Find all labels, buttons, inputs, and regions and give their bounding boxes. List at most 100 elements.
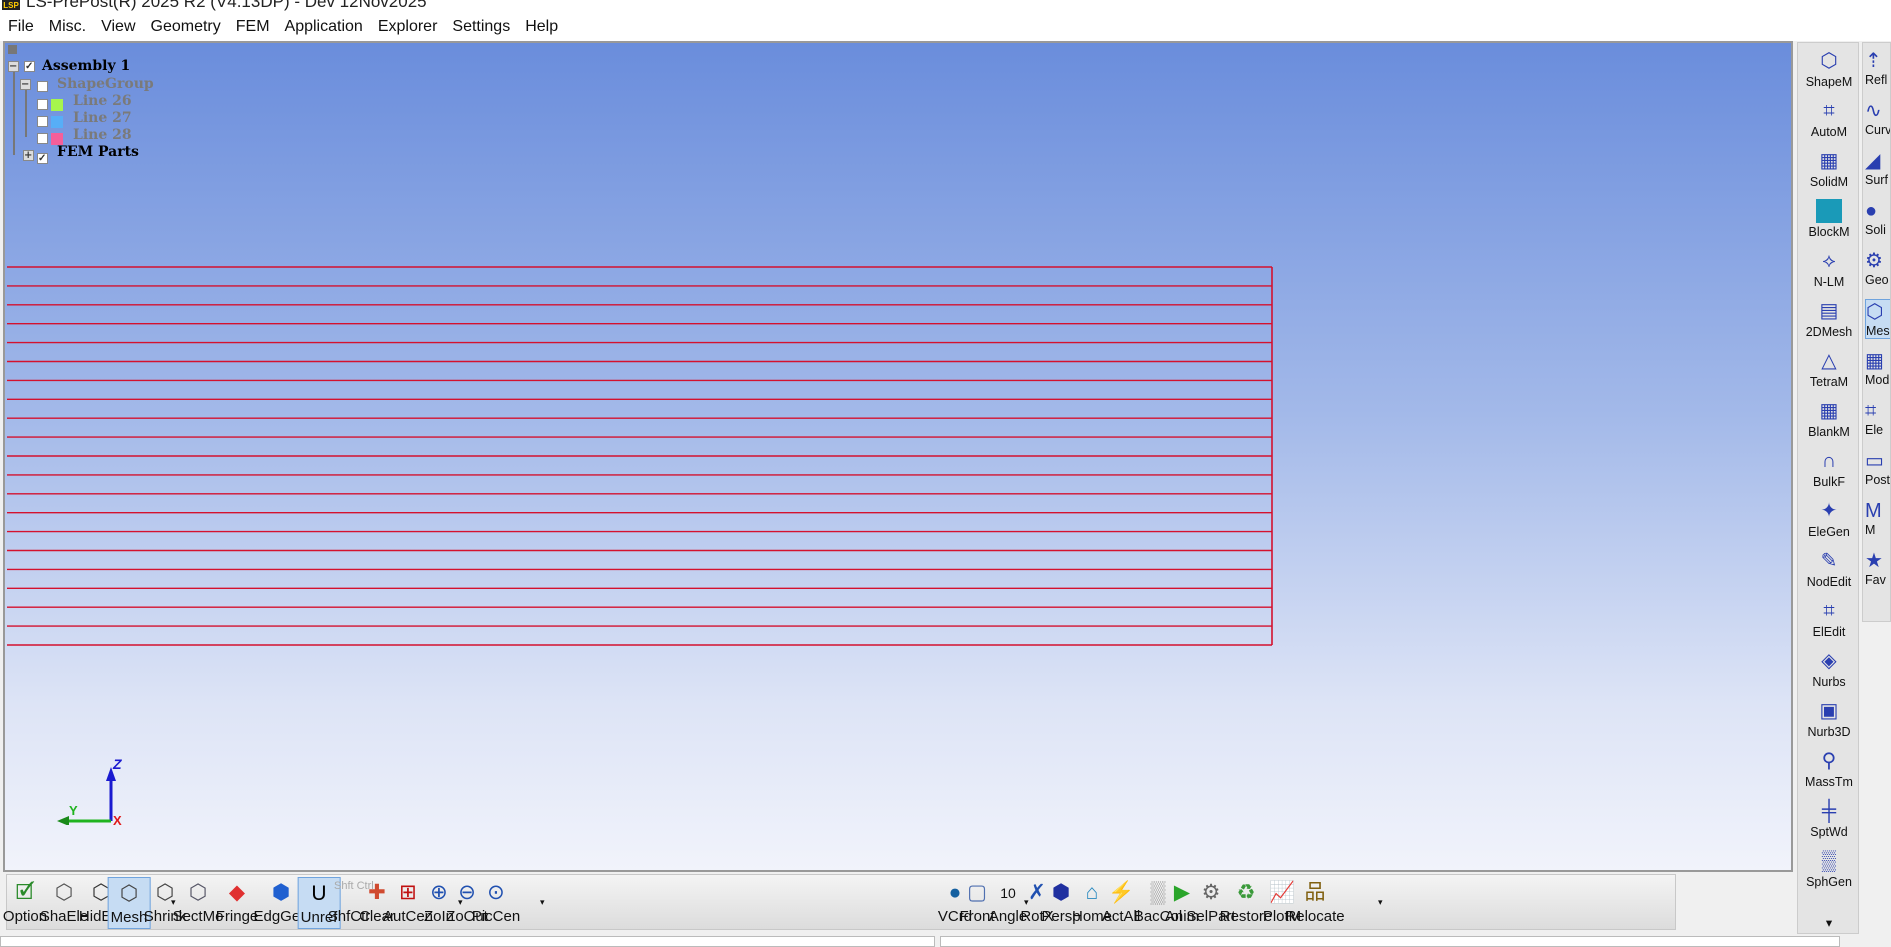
tool-label: EleGen	[1808, 525, 1850, 539]
tool2-fav[interactable]: ★ Fav	[1865, 549, 1889, 587]
tree-fem-parts[interactable]: FEM Parts	[57, 144, 139, 160]
toolbar-label: Mesh	[110, 909, 148, 926]
panel-scroll-down-icon[interactable]: ▾	[1798, 915, 1860, 930]
relocate-icon: 品	[1304, 881, 1326, 904]
menu-application[interactable]: Application	[285, 18, 363, 36]
sptwd-icon: ╪	[1821, 800, 1837, 822]
window-title: LS-PrePost(R) 2025 R2 (V4.13DP) - Dev 12…	[26, 0, 427, 11]
tool-label: BulkF	[1813, 475, 1845, 489]
tool-label: BlankM	[1808, 425, 1850, 439]
blankm-icon: ▦	[1819, 400, 1839, 422]
tree-shapegroup[interactable]: ShapeGroup	[57, 76, 154, 92]
restore-icon: ♻	[1236, 881, 1256, 904]
tree-line[interactable]: Line 26	[73, 93, 132, 109]
tool2-ele[interactable]: ⌗ Ele	[1865, 399, 1889, 437]
tool2-geo[interactable]: ⚙ Geo	[1865, 249, 1889, 287]
edggeo-dropdown-icon[interactable]: ▾	[540, 897, 545, 908]
n-lm-icon: ⟡	[1822, 250, 1836, 272]
menu-settings[interactable]: Settings	[452, 18, 510, 36]
toolbar-fringe-button[interactable]: ◆ Fringe	[216, 877, 259, 929]
tool-label: Curv	[1865, 123, 1891, 137]
expand-toggle[interactable]: −	[8, 61, 19, 72]
line-checkbox[interactable]	[37, 99, 48, 110]
tool-sphgen[interactable]: ▒ SphGen	[1798, 849, 1860, 889]
tool2-surf[interactable]: ◢ Surf	[1865, 149, 1889, 187]
tool-shapem[interactable]: ⬡ ShapeM	[1798, 49, 1860, 89]
tree-line[interactable]: Line 27	[73, 110, 132, 126]
menu-file[interactable]: File	[8, 18, 34, 36]
tree-line[interactable]: Line 28	[73, 127, 132, 143]
tool-blankm[interactable]: ▦ BlankM	[1798, 399, 1860, 439]
tool-2dmesh[interactable]: ▤ 2DMesh	[1798, 299, 1860, 339]
front-dropdown-icon[interactable]: ▾	[1024, 897, 1029, 908]
soli-icon: ●	[1865, 200, 1878, 222]
tool-label: Geo	[1865, 273, 1889, 287]
title-bar: LSP LS-PrePost(R) 2025 R2 (V4.13DP) - De…	[0, 0, 1891, 13]
tool-nodedit[interactable]: ✎ NodEdit	[1798, 549, 1860, 589]
menu-geometry[interactable]: Geometry	[151, 18, 221, 36]
tool-elegen[interactable]: ✦ EleGen	[1798, 499, 1860, 539]
tool-n-lm[interactable]: ⟡ N-LM	[1798, 249, 1860, 289]
angle-value: 10	[1000, 885, 1016, 901]
fringe-icon: ◆	[228, 881, 246, 904]
fringe-dropdown-icon[interactable]: ▾	[458, 897, 463, 908]
mesh-icon: ⬡	[1866, 301, 1884, 323]
tool-tetram[interactable]: △ TetraM	[1798, 349, 1860, 389]
tool-nurb3d[interactable]: ▣ Nurb3D	[1798, 699, 1860, 739]
geo-icon: ⚙	[1865, 250, 1883, 272]
assembly-checkbox[interactable]: ✓	[24, 61, 35, 72]
shapegroup-checkbox[interactable]	[37, 81, 48, 92]
sectmo-icon: ⬡	[188, 881, 208, 904]
tool-blockm[interactable]: ■ BlockM	[1798, 199, 1860, 239]
x-axis-label: X	[113, 813, 122, 825]
menu-view[interactable]: View	[101, 18, 135, 36]
tree-assembly[interactable]: Assembly 1	[42, 58, 130, 74]
tool-bulkf[interactable]: ∩ BulkF	[1798, 449, 1860, 489]
tool-sptwd[interactable]: ╪ SptWd	[1798, 799, 1860, 839]
toolbar-overflow-icon[interactable]: ▾	[1378, 897, 1383, 908]
tool2-m[interactable]: MM	[1865, 499, 1889, 537]
refl-icon: ⇡	[1865, 50, 1882, 72]
tool-label: Soli	[1865, 223, 1886, 237]
menu-explorer[interactable]: Explorer	[378, 18, 438, 36]
command-input[interactable]	[0, 936, 935, 947]
toolbar-relocate-button[interactable]: 品 Relocate	[1285, 877, 1344, 929]
tool-eledit[interactable]: ⌗ ElEdit	[1798, 599, 1860, 639]
menu-help[interactable]: Help	[525, 18, 558, 36]
tool-label: AutoM	[1810, 125, 1848, 139]
hidele-dropdown-icon[interactable]: ▾	[171, 897, 176, 908]
line-checkbox[interactable]	[37, 116, 48, 127]
tool-label: Refl	[1865, 73, 1888, 87]
tool2-mod[interactable]: ▦ Mod	[1865, 349, 1889, 387]
nurbs-icon: ◈	[1821, 650, 1837, 672]
toolbar-piccen-button[interactable]: ⊙ PicCen	[472, 877, 520, 929]
toolbar-label: PicCen	[471, 908, 521, 925]
tool-label: Surf	[1865, 173, 1888, 187]
expand-toggle[interactable]: −	[20, 79, 31, 90]
graphics-viewport[interactable]: − ✓ Assembly 1 − ShapeGroup Line 26 Line…	[3, 41, 1793, 872]
line-checkbox[interactable]	[37, 133, 48, 144]
tool-label: SptWd	[1810, 825, 1848, 839]
tool2-mesh[interactable]: ⬡Mesh	[1865, 299, 1890, 339]
tool-autom[interactable]: ⌗ AutoM	[1798, 99, 1860, 139]
edggeo-icon: ⬢	[271, 881, 291, 904]
menu-misc[interactable]: Misc.	[49, 18, 86, 36]
tool2-post[interactable]: ▭ Post	[1865, 449, 1890, 487]
menu-fem[interactable]: FEM	[236, 18, 270, 36]
toolbar-label: Relocate	[1285, 908, 1345, 925]
tool-label: NodEdit	[1806, 575, 1852, 589]
fem-parts-checkbox[interactable]: ✓	[37, 153, 48, 164]
tool2-soli[interactable]: ● Soli	[1865, 199, 1889, 237]
curv-icon: ∿	[1865, 100, 1882, 122]
tetram-icon: △	[1821, 350, 1837, 372]
tool-masstm[interactable]: ⚲ MassTm	[1798, 749, 1860, 789]
tool-solidm[interactable]: ▦ SolidM	[1798, 149, 1860, 189]
solidm-icon: ▦	[1819, 150, 1839, 172]
bottom-toolbar: 🗹 Option ⬡ ShaEle ⬡ HidEle ⬡ Mesh ⬡ Shrink ⬡ SectMo…	[3, 874, 1676, 930]
tree-collapse-icon[interactable]	[8, 45, 17, 54]
expand-toggle[interactable]: +	[23, 150, 34, 161]
tool2-curv[interactable]: ∿ Curv	[1865, 99, 1891, 137]
m-icon: M	[1865, 500, 1882, 522]
tool-nurbs[interactable]: ◈ Nurbs	[1798, 649, 1860, 689]
tool2-refl[interactable]: ⇡ Refl	[1865, 49, 1889, 87]
